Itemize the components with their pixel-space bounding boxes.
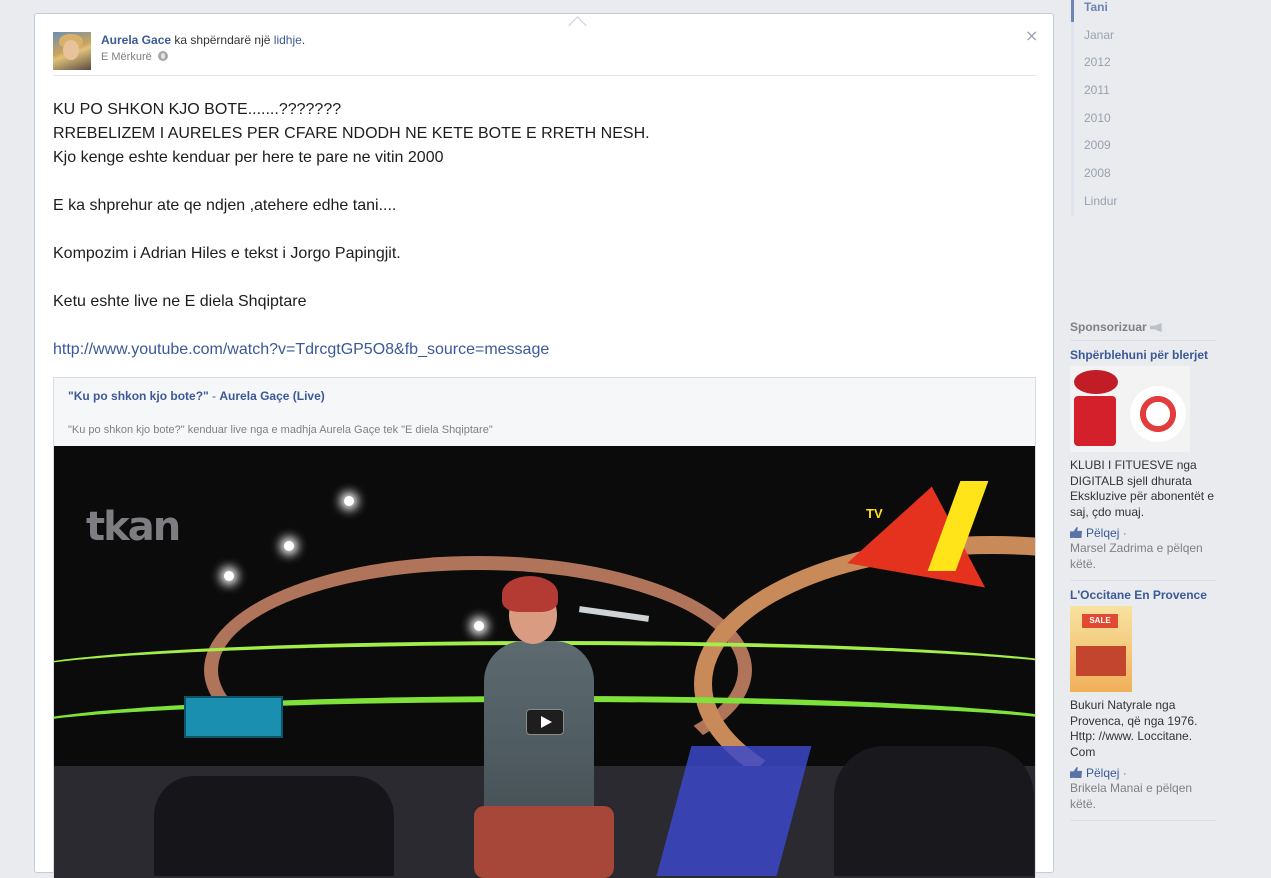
author-name-link[interactable]: Aurela Gace bbox=[101, 33, 171, 47]
avatar[interactable] bbox=[53, 32, 91, 70]
timeline-nav: Tani Janar 2012 2011 2010 2009 2008 Lind… bbox=[1071, 0, 1221, 216]
post-timestamp[interactable]: E Mërkurë bbox=[101, 51, 152, 63]
ad-text[interactable]: Bukuri Natyrale nga Provenca, që nga 197… bbox=[1070, 698, 1216, 760]
ad-text[interactable]: KLUBI I FITUESVE nga DIGITALB sjell dhur… bbox=[1070, 458, 1216, 520]
timeline-item-tani[interactable]: Tani bbox=[1071, 0, 1221, 22]
megaphone-icon bbox=[1149, 323, 1162, 332]
message-line: Kjo kenge eshte kenduar per here te pare… bbox=[53, 149, 444, 166]
post-header: Aurela Gace ka shpërndarë një lidhje. bbox=[101, 33, 305, 47]
ad-loccitane[interactable]: L'Occitane En Provence SALE Bukuri Natyr… bbox=[1070, 581, 1216, 821]
post-message: KU PO SHKON KJO BOTE.......??????? RREBE… bbox=[53, 98, 1033, 362]
ad-social-context: Brikela Manai e pëlqen këtë. bbox=[1070, 781, 1193, 811]
tvm-logo-text: TV bbox=[866, 506, 883, 521]
video-player[interactable]: tkan TV bbox=[54, 446, 1035, 878]
like-thumb-icon[interactable] bbox=[1070, 527, 1082, 538]
shared-link-word[interactable]: lidhje bbox=[274, 33, 302, 47]
timeline-item-janar[interactable]: Janar bbox=[1071, 21, 1221, 50]
post-action-end: . bbox=[301, 33, 306, 47]
ad-digitalb[interactable]: Shpërblehuni për blerjet KLUBI I FITUESV… bbox=[1070, 341, 1216, 581]
timeline-item-lindur[interactable]: Lindur bbox=[1071, 187, 1221, 216]
ad-like-separator: · bbox=[1119, 766, 1127, 780]
close-icon[interactable]: × bbox=[1025, 28, 1038, 44]
attachment-description: "Ku po shkon kjo bote?" kenduar live nga… bbox=[68, 424, 493, 436]
ad-image-loccitane[interactable]: SALE bbox=[1070, 606, 1132, 692]
youtube-url-link[interactable]: http://www.youtube.com/watch?v=TdrcgtGP5… bbox=[53, 341, 549, 358]
ad-social-context: Marsel Zadrima e pëlqen këtë. bbox=[1070, 541, 1203, 571]
ad-like-separator: · bbox=[1119, 526, 1127, 540]
message-line: KU PO SHKON KJO BOTE.......??????? bbox=[53, 101, 342, 118]
stage-screen bbox=[184, 696, 283, 738]
globe-icon[interactable] bbox=[157, 51, 168, 61]
timeline-item-2011[interactable]: 2011 bbox=[1071, 77, 1221, 105]
video-channel-logo: tkan bbox=[86, 504, 181, 550]
ad-title[interactable]: Shpërblehuni për blerjet bbox=[1070, 347, 1216, 363]
message-line: RREBELIZEM I AURELES PER CFARE NDODH NE … bbox=[53, 125, 650, 142]
timeline-item-2008[interactable]: 2008 bbox=[1071, 160, 1221, 188]
timeline-item-2012[interactable]: 2012 bbox=[1071, 49, 1221, 78]
post-caret bbox=[568, 16, 587, 35]
header-divider bbox=[53, 75, 1036, 76]
attachment-title-separator: - bbox=[208, 389, 220, 403]
post-action-text: ka shpërndarë një bbox=[171, 33, 274, 47]
ad-like-button[interactable]: Pëlqej bbox=[1086, 766, 1119, 780]
message-line: Kompozim i Adrian Hiles e tekst i Jorgo … bbox=[53, 245, 401, 262]
link-attachment[interactable]: "Ku po shkon kjo bote?" - Aurela Gaçe (L… bbox=[53, 377, 1036, 878]
ad-like-button[interactable]: Pëlqej bbox=[1086, 526, 1119, 540]
timeline-item-2010[interactable]: 2010 bbox=[1071, 104, 1221, 133]
feed-post: Aurela Gace ka shpërndarë një lidhje. E … bbox=[34, 13, 1054, 878]
sponsored-heading: Sponsorizuar bbox=[1070, 320, 1216, 341]
post-meta: E Mërkurë bbox=[101, 51, 168, 63]
message-line: E ka shprehur ate qe ndjen ,atehere edhe… bbox=[53, 197, 397, 214]
like-thumb-icon[interactable] bbox=[1070, 767, 1082, 778]
timeline-item-2009[interactable]: 2009 bbox=[1071, 132, 1221, 161]
attachment-title-artist[interactable]: Aurela Gaçe (Live) bbox=[219, 389, 324, 403]
sponsored-sidebar: Sponsorizuar Shpërblehuni për blerjet KL… bbox=[1070, 320, 1216, 821]
play-icon[interactable] bbox=[526, 709, 564, 735]
sponsored-heading-label: Sponsorizuar bbox=[1070, 320, 1147, 334]
ad-image-sale-label: SALE bbox=[1082, 614, 1118, 628]
message-line: Ketu eshte live ne E diela Shqiptare bbox=[53, 293, 307, 310]
ad-image-digitalb[interactable] bbox=[1070, 366, 1190, 452]
attachment-title-song[interactable]: "Ku po shkon kjo bote?" bbox=[68, 389, 209, 403]
ad-title[interactable]: L'Occitane En Provence bbox=[1070, 587, 1216, 603]
attachment-title[interactable]: "Ku po shkon kjo bote?" - Aurela Gaçe (L… bbox=[68, 389, 325, 403]
